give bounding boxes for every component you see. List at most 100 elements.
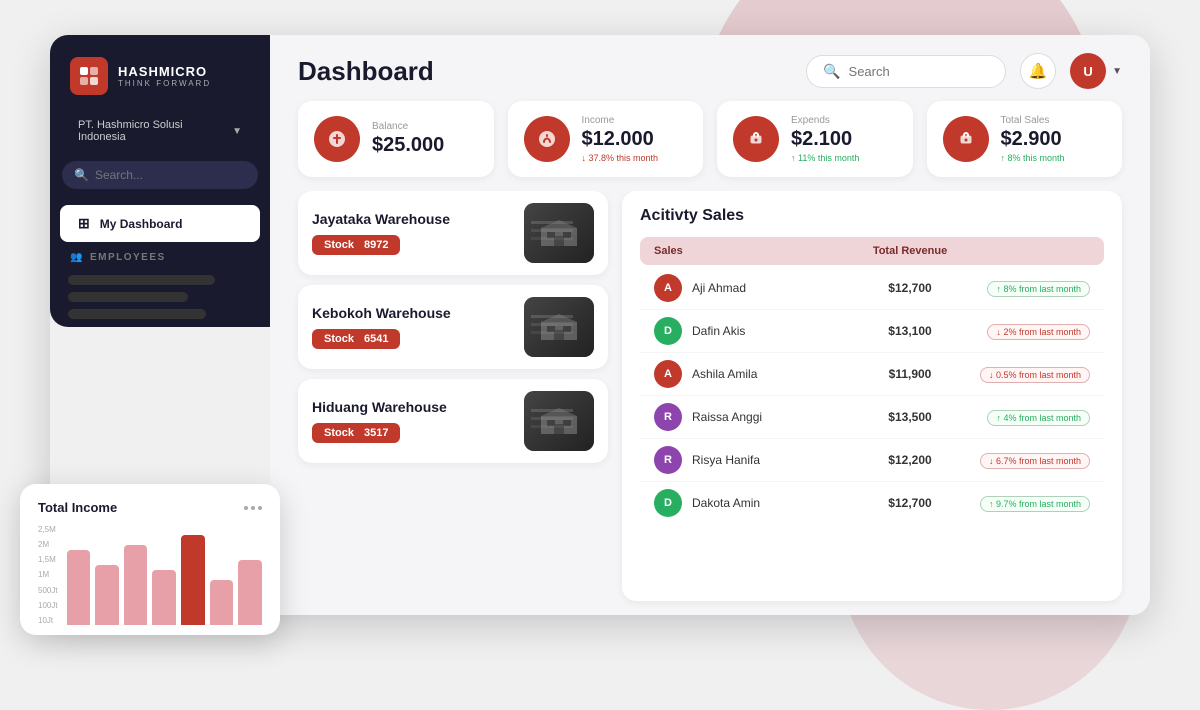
salesperson-name-1: Dafin Akis [692, 324, 745, 338]
activity-sales-5: D Dakota Amin [654, 489, 860, 517]
warehouse-image-1 [524, 297, 594, 357]
nav-bar-2[interactable] [68, 292, 188, 302]
warehouse-image-0 [524, 203, 594, 263]
company-chevron-icon: ▼ [232, 126, 242, 137]
activity-sales-4: R Risya Hanifa [654, 446, 860, 474]
col-header-revenue: Total Revenue [860, 245, 960, 257]
change-badge-4: ↓ 6.7% from last month [980, 453, 1090, 469]
stat-card-1[interactable]: Income $12.000 ↓ 37.8% this month [508, 101, 704, 177]
logo-text: HASHMICRO THINK FORWARD [118, 64, 211, 88]
chart-bar-6 [238, 560, 262, 625]
stock-value-0: 8972 [364, 239, 388, 251]
warehouse-image-2 [524, 391, 594, 451]
company-selector[interactable]: PT. Hashmicro Solusi Indonesia ▼ [60, 111, 260, 151]
activity-table-body: A Aji Ahmad $12,700 ↑ 8% from last month… [640, 267, 1104, 524]
activity-change-2: ↓ 0.5% from last month [960, 365, 1090, 383]
sidebar: HASHMICRO THINK FORWARD PT. Hashmicro So… [50, 35, 270, 327]
activity-sales-panel: Acitivty Sales Sales Total Revenue A Aji… [622, 191, 1122, 601]
activity-row-5[interactable]: D Dakota Amin $12,700 ↑ 9.7% from last m… [640, 482, 1104, 524]
activity-revenue-1: $13,100 [860, 324, 960, 338]
activity-row-4[interactable]: R Risya Hanifa $12,200 ↓ 6.7% from last … [640, 439, 1104, 482]
nav-bar-3[interactable] [68, 309, 206, 319]
activity-avatar-3: R [654, 403, 682, 431]
activity-sales-1: D Dafin Akis [654, 317, 860, 345]
sidebar-nav-bars [50, 267, 270, 327]
y-label-3: 1M [38, 570, 58, 579]
activity-avatar-0: A [654, 274, 682, 302]
activity-change-3: ↑ 4% from last month [960, 408, 1090, 426]
chart-bar-0 [67, 550, 91, 625]
sidebar-item-dashboard[interactable]: ⊞ My Dashboard [60, 205, 260, 242]
warehouse-img-inner-1 [524, 297, 594, 357]
warehouse-img-inner-2 [524, 391, 594, 451]
stat-card-0[interactable]: Balance $25.000 [298, 101, 494, 177]
main-content: Dashboard 🔍 🔔 U ▼ [270, 35, 1150, 615]
activity-table-header: Sales Total Revenue [640, 237, 1104, 265]
salesperson-name-4: Risya Hanifa [692, 453, 760, 467]
chart-bar-4 [181, 535, 205, 625]
stat-change-3: ↑ 8% this month [1001, 153, 1065, 163]
user-menu[interactable]: U ▼ [1070, 53, 1122, 89]
activity-row-2[interactable]: A Ashila Amila $11,900 ↓ 0.5% from last … [640, 353, 1104, 396]
stock-badge-0: Stock 8972 [312, 235, 400, 255]
stat-icon-1 [524, 116, 570, 162]
col-header-change [960, 245, 1090, 257]
warehouse-name-2: Hiduang Warehouse [312, 399, 447, 415]
change-badge-1: ↓ 2% from last month [987, 324, 1090, 340]
income-more-button[interactable] [244, 506, 262, 510]
warehouse-name-0: Jayataka Warehouse [312, 211, 450, 227]
brand-name: HASHMICRO [118, 64, 211, 79]
bars-container [67, 525, 262, 625]
y-label-1: 2M [38, 540, 58, 549]
stat-card-2[interactable]: Expends $2.100 ↑ 11% this month [717, 101, 913, 177]
stat-card-3[interactable]: Total Sales $2.900 ↑ 8% this month [927, 101, 1123, 177]
stat-icon-3 [943, 116, 989, 162]
change-badge-5: ↑ 9.7% from last month [980, 496, 1090, 512]
sidebar-section-employees: 👥 EMPLOYEES [50, 244, 270, 267]
app-container: HASHMICRO THINK FORWARD PT. Hashmicro So… [50, 35, 1150, 615]
stock-badge-2: Stock 3517 [312, 423, 400, 443]
activity-row-3[interactable]: R Raissa Anggi $13,500 ↑ 4% from last mo… [640, 396, 1104, 439]
section-label: EMPLOYEES [90, 252, 166, 263]
stat-info-1: Income $12.000 ↓ 37.8% this month [582, 115, 659, 163]
stat-icon-2 [733, 116, 779, 162]
activity-row-1[interactable]: D Dafin Akis $13,100 ↓ 2% from last mont… [640, 310, 1104, 353]
brand-tagline: THINK FORWARD [118, 79, 211, 88]
activity-avatar-5: D [654, 489, 682, 517]
salesperson-name-2: Ashila Amila [692, 367, 757, 381]
y-axis: 2,5M 2M 1,5M 1M 500Jt 100Jt 10Jt [38, 525, 58, 625]
chart-bar-3 [152, 570, 176, 625]
income-card-header: Total Income [38, 500, 262, 515]
activity-change-5: ↑ 9.7% from last month [960, 494, 1090, 512]
page-title: Dashboard [298, 56, 434, 87]
activity-change-4: ↓ 6.7% from last month [960, 451, 1090, 469]
activity-change-1: ↓ 2% from last month [960, 322, 1090, 340]
stat-value-1: $12.000 [582, 128, 659, 151]
warehouse-card-0[interactable]: Jayataka Warehouse Stock 8972 [298, 191, 608, 275]
activity-revenue-0: $12,700 [860, 281, 960, 295]
stat-value-2: $2.100 [791, 128, 859, 151]
search-icon: 🔍 [823, 63, 840, 80]
stats-row: Balance $25.000 Income $12.000 ↓ 37.8% t… [270, 101, 1150, 191]
activity-sales-2: A Ashila Amila [654, 360, 860, 388]
warehouse-card-1[interactable]: Kebokoh Warehouse Stock 6541 [298, 285, 608, 369]
nav-bar-1[interactable] [68, 275, 215, 285]
stat-label-3: Total Sales [1001, 115, 1065, 126]
income-card: Total Income 2,5M 2M 1,5M 1M 500Jt 100Jt… [20, 484, 280, 635]
warehouse-column: Jayataka Warehouse Stock 8972 Kebokoh Wa… [298, 191, 608, 601]
notification-bell-button[interactable]: 🔔 [1020, 53, 1056, 89]
sidebar-search-input[interactable] [95, 168, 246, 182]
search-input[interactable] [849, 64, 990, 79]
activity-avatar-4: R [654, 446, 682, 474]
warehouse-img-inner-0 [524, 203, 594, 263]
dot-2 [251, 506, 255, 510]
avatar[interactable]: U [1070, 53, 1106, 89]
warehouse-card-2[interactable]: Hiduang Warehouse Stock 3517 [298, 379, 608, 463]
activity-row-0[interactable]: A Aji Ahmad $12,700 ↑ 8% from last month [640, 267, 1104, 310]
warehouse-info-1: Kebokoh Warehouse Stock 6541 [312, 305, 451, 349]
chart-bar-2 [124, 545, 148, 625]
stat-value-0: $25.000 [372, 134, 444, 157]
stat-change-1: ↓ 37.8% this month [582, 153, 659, 163]
activity-sales-0: A Aji Ahmad [654, 274, 860, 302]
activity-revenue-4: $12,200 [860, 453, 960, 467]
